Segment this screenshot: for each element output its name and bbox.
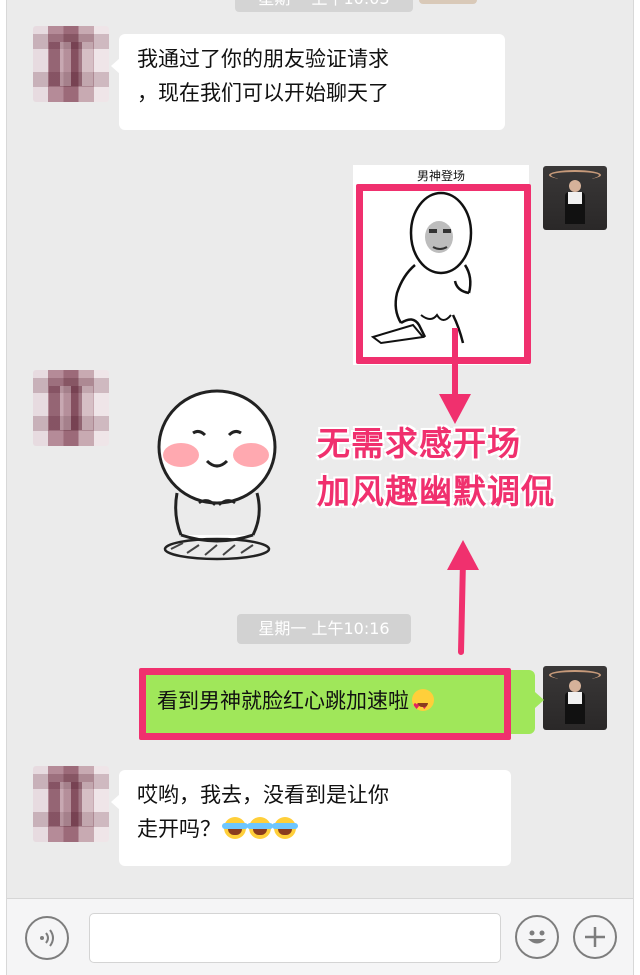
message-text-line: ，现在我们可以开始聊天了 [137, 81, 389, 105]
plus-icon [585, 927, 605, 947]
annotation-line-2: 加风趣幽默调侃 [317, 472, 555, 511]
message-input[interactable] [89, 913, 501, 963]
message-bubble[interactable]: 我通过了你的朋友验证请求 ，现在我们可以开始聊天了 [111, 34, 505, 130]
highlight-box-message [139, 668, 511, 740]
chat-window: 星期一 上午10:03 我通过了你的朋友验证请求 ，现在我们可以开始聊天了 男神… [6, 0, 634, 975]
shy-sticker[interactable] [147, 385, 287, 565]
self-avatar[interactable] [543, 166, 607, 230]
voice-button[interactable] [25, 916, 69, 960]
timestamp: 星期一 上午10:16 [237, 614, 411, 644]
voice-icon [40, 929, 54, 947]
annotation-line-1: 无需求感开场 [317, 424, 521, 463]
timestamp-top: 星期一 上午10:03 [235, 0, 413, 12]
tears-of-joy-emoji-icon [247, 817, 273, 839]
message-text-line: 哎哟，我去，没看到是让你 [137, 783, 389, 807]
input-bar [7, 898, 633, 975]
tears-of-joy-emoji-icon [222, 817, 248, 839]
add-button[interactable] [573, 915, 617, 959]
self-avatar[interactable] [543, 666, 607, 730]
tears-of-joy-emoji-icon [272, 817, 298, 839]
emoji-button[interactable] [515, 915, 559, 959]
cropped-image-edge [419, 0, 477, 4]
arrow-up-icon [447, 540, 479, 655]
contact-avatar[interactable] [33, 26, 109, 102]
contact-avatar[interactable] [33, 766, 109, 842]
emoji-icon [528, 930, 546, 944]
message-text-line: 走开吗？ [137, 812, 493, 846]
contact-avatar[interactable] [33, 370, 109, 446]
message-text-line: 我通过了你的朋友验证请求 [137, 47, 389, 71]
message-bubble[interactable]: 哎哟，我去，没看到是让你 走开吗？ [111, 770, 511, 866]
